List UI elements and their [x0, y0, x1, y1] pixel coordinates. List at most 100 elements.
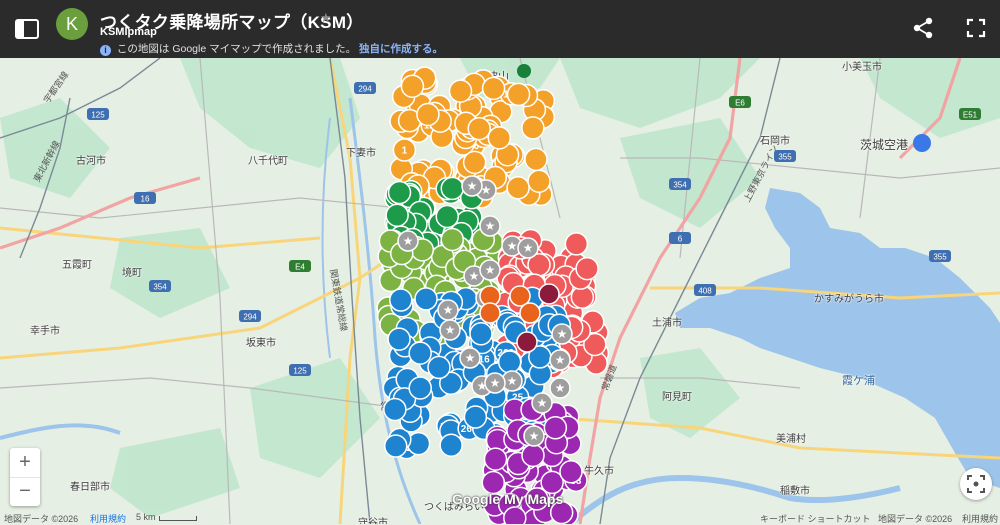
side-panel-icon[interactable] [14, 17, 40, 41]
map-marker-blue[interactable] [497, 350, 522, 374]
map-footer: 地図データ ©2026 利用規約 5 km キーボード ショートカット 地図デー… [0, 511, 1000, 524]
star-icon: ★ [507, 374, 518, 388]
zoom-control: + − [10, 448, 40, 506]
zoom-in-button[interactable]: + [10, 448, 40, 478]
map-marker-lightgreen[interactable] [440, 227, 464, 252]
terms-link-right[interactable]: 利用規約 [962, 512, 998, 525]
star-icon[interactable]: ★ [320, 10, 332, 26]
map-marker-orange[interactable] [467, 116, 491, 141]
svg-text:E4: E4 [295, 263, 305, 272]
map-marker-orange[interactable] [506, 82, 531, 107]
airport-icon [913, 134, 931, 152]
star-icon: ★ [529, 429, 540, 443]
map-marker-blue[interactable] [427, 355, 451, 380]
map-marker-orange[interactable] [524, 147, 548, 172]
map-marker-blue[interactable] [469, 322, 493, 346]
star-icon: ★ [469, 269, 480, 283]
map-owner: KSMlpmap [100, 26, 157, 38]
road-shield: 354 [669, 178, 691, 190]
map-header: K つくタク乗降場所マップ（KSM） ★ KSMlpmap i この地図は Go… [0, 0, 1000, 58]
star-icon: ★ [557, 327, 568, 341]
map-marker-blue[interactable] [408, 376, 432, 400]
map-marker-facility[interactable] [479, 302, 501, 324]
star-icon: ★ [555, 381, 566, 395]
map-marker-orange[interactable] [527, 169, 551, 193]
map-marker-green[interactable] [387, 180, 412, 205]
map-marker-orange[interactable] [481, 76, 506, 101]
map-marker-purple[interactable] [521, 443, 545, 468]
star-icon: ★ [490, 376, 501, 390]
map-marker-green[interactable] [440, 176, 465, 201]
map-marker-blue[interactable] [387, 327, 411, 351]
map-marker-blue[interactable] [383, 434, 408, 458]
road-shield: 294 [354, 82, 376, 94]
map-marker-blue[interactable] [414, 287, 438, 311]
fullscreen-icon[interactable] [963, 15, 989, 41]
map-marker-orange[interactable] [400, 74, 425, 98]
info-icon: i [100, 45, 111, 56]
svg-text:355: 355 [933, 253, 947, 262]
svg-text:125: 125 [293, 367, 307, 376]
svg-text:355: 355 [778, 153, 792, 162]
star-icon: ★ [467, 179, 478, 193]
info-line: i この地図は Google マイマップで作成されました。 独自に作成する。 [100, 41, 443, 56]
map-marker-purple[interactable] [559, 460, 583, 484]
map-marker-blue[interactable] [383, 397, 407, 422]
road-shield: 355 [929, 250, 951, 262]
share-icon[interactable] [910, 15, 936, 41]
map-marker-orange[interactable] [416, 102, 440, 127]
star-icon: ★ [555, 353, 566, 367]
keyboard-shortcuts-link[interactable]: キーボード ショートカット [760, 512, 871, 525]
map-marker-green[interactable] [435, 204, 460, 229]
map-marker-orange[interactable] [462, 150, 487, 175]
avatar[interactable]: K [56, 8, 88, 40]
map-marker-orange[interactable] [487, 126, 512, 150]
road-shield: 6 [669, 232, 691, 244]
map-marker-green[interactable] [385, 203, 409, 227]
star-icon: ★ [537, 396, 548, 410]
my-location-button[interactable] [960, 468, 992, 500]
map-marker-blue[interactable] [439, 433, 463, 457]
scale-label: 5 km [136, 512, 156, 522]
svg-text:354: 354 [153, 283, 167, 292]
map-marker-red[interactable] [575, 256, 599, 281]
marker-number: 1 [402, 146, 408, 157]
info-text: この地図は Google マイマップで作成されました。 [116, 43, 357, 55]
star-icon: ★ [485, 219, 496, 233]
svg-text:16: 16 [141, 195, 150, 204]
map-marker-purple[interactable] [483, 447, 508, 471]
scale-bar [159, 516, 197, 521]
map-marker-blue[interactable] [463, 405, 488, 429]
map-data-attribution-right: 地図データ ©2026 [878, 514, 953, 524]
svg-text:6: 6 [678, 235, 683, 244]
map-marker-childcare[interactable] [538, 283, 560, 305]
map-marker-blue[interactable] [389, 288, 413, 312]
star-icon: ★ [485, 263, 496, 277]
road-shield: E6 [729, 96, 751, 108]
svg-text:294: 294 [358, 85, 372, 94]
road-shield: 294 [239, 310, 261, 322]
terms-link[interactable]: 利用規約 [90, 512, 126, 525]
road-shield: E4 [289, 260, 311, 272]
zoom-out-button[interactable]: − [10, 477, 40, 506]
create-own-link[interactable]: 独自に作成する。 [359, 43, 443, 55]
svg-text:E51: E51 [963, 111, 978, 120]
star-icon: ★ [445, 323, 456, 337]
svg-text:354: 354 [673, 181, 687, 190]
road-shield: E51 [959, 108, 981, 120]
map-marker-childcare[interactable] [516, 331, 538, 353]
mountain-icon [517, 64, 531, 78]
map-marker-blue[interactable] [408, 341, 432, 365]
map-marker-orange[interactable] [448, 79, 473, 103]
map-data-attribution: 地図データ ©2026 [4, 514, 79, 524]
map-marker-purple[interactable] [543, 416, 568, 440]
road-shield: 125 [87, 108, 109, 120]
map-canvas[interactable]: 筑波山小美玉市石岡市茨城空港古河市八千代町下妻市五霞町境町幸手市坂東市常総市かす… [0, 58, 1000, 524]
road-shield: 408 [694, 284, 716, 296]
map-marker-red[interactable] [564, 232, 589, 256]
map-marker-facility[interactable] [519, 302, 541, 324]
map-marker-orange[interactable] [506, 176, 530, 200]
road-shield: 355 [774, 150, 796, 162]
star-icon: ★ [443, 303, 454, 317]
map-marker-orange[interactable] [521, 116, 545, 140]
